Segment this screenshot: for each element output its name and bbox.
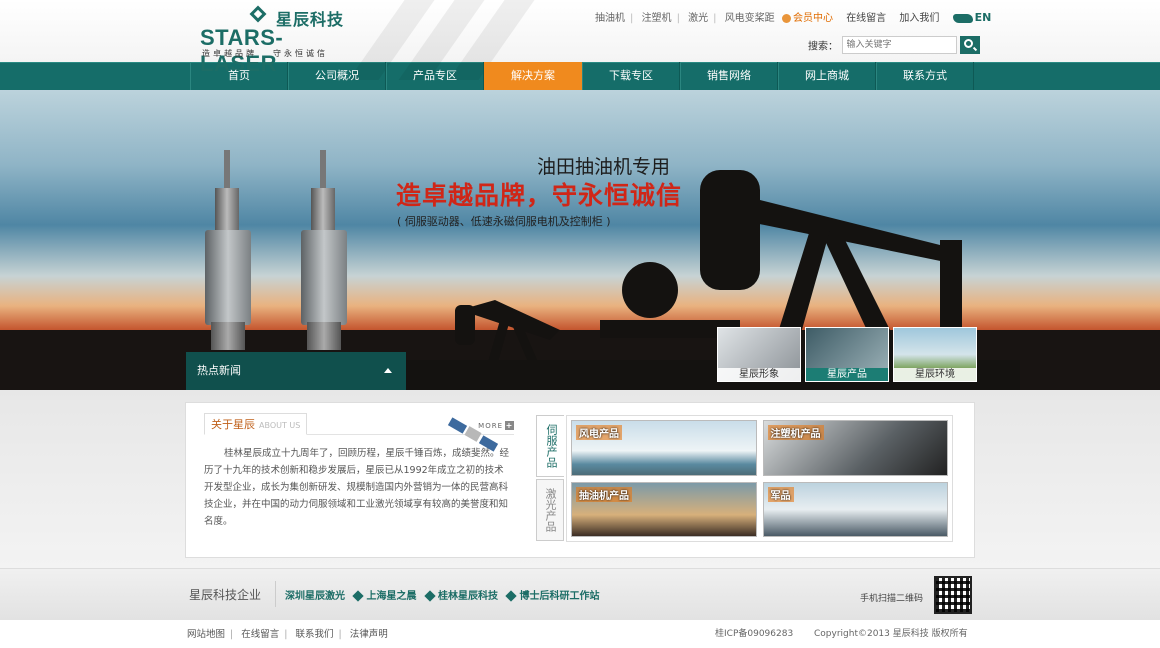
top-link-wind[interactable]: 风电变桨距 <box>725 13 775 24</box>
search-input[interactable] <box>841 36 957 54</box>
thumb-environment[interactable]: 星辰环境 <box>893 327 977 382</box>
chevron-up-icon <box>384 368 392 373</box>
nav-solutions[interactable]: 解决方案 <box>484 62 582 90</box>
link-sitemap[interactable]: 网站地图 <box>187 629 225 640</box>
thumb-caption: 星辰形象 <box>718 368 800 381</box>
hero-banner: 油田抽油机专用 造卓越品牌，守永恒诚信 ( 伺服驱动器、低速永磁伺服电机及控制柜… <box>0 90 1160 390</box>
divider <box>275 581 276 607</box>
online-message-link[interactable]: 在线留言 <box>846 13 886 24</box>
user-icon <box>782 13 791 23</box>
top-link-laser[interactable]: 激光 <box>688 13 708 24</box>
product-wind[interactable]: 风电产品 <box>571 420 757 476</box>
banner-title: 油田抽油机专用 <box>537 156 671 178</box>
main-content: 关于星辰 ABOUT US MORE + 桂林星辰成立十九周年了，回顾历程，星辰千锤… <box>0 390 1160 568</box>
join-us-link[interactable]: 加入我们 <box>899 13 939 24</box>
search-icon <box>964 39 973 48</box>
main-nav: 首页 公司概况 产品专区 解决方案 下载专区 销售网络 网上商城 联系方式 <box>0 62 1160 90</box>
slogan-left: 造卓越品牌 <box>202 49 257 58</box>
tab-servo-products[interactable]: 伺服产品 <box>536 415 564 477</box>
diamond-icon <box>505 590 518 602</box>
product-label: 风电产品 <box>576 425 622 440</box>
top-link-injection[interactable]: 注塑机 <box>642 13 672 24</box>
top-link-pump[interactable]: 抽油机 <box>595 13 625 24</box>
product-grid: 风电产品 注塑机产品 抽油机产品 军品 <box>566 415 953 542</box>
hot-news-label: 热点新闻 <box>197 364 241 377</box>
footer-bar: 星辰科技企业 深圳星辰激光 上海星之晨 桂林星辰科技 博士后科研工作站 手机扫描… <box>0 568 1160 620</box>
world-map-icon <box>952 13 973 23</box>
product-tabs: 伺服产品 激光产品 <box>536 415 566 543</box>
icp-number: 桂ICP备09096283 <box>715 629 794 639</box>
member-center-link[interactable]: 会员中心 <box>782 13 833 24</box>
about-section: 关于星辰 ABOUT US MORE + 桂林星辰成立十九周年了，回顾历程，星辰千锤… <box>204 413 514 530</box>
product-label: 军品 <box>767 486 794 502</box>
more-link[interactable]: MORE + <box>478 421 514 430</box>
content-panel: 关于星辰 ABOUT US MORE + 桂林星辰成立十九周年了，回顾历程，星辰千锤… <box>185 402 975 558</box>
nav-online-store[interactable]: 网上商城 <box>778 62 876 90</box>
product-label: 抽油机产品 <box>576 486 632 502</box>
nav-sales-network[interactable]: 销售网络 <box>680 62 778 90</box>
link-legal[interactable]: 法律声明 <box>350 629 388 640</box>
logo-slogan: 造卓越品牌 守永恒诚信 <box>202 48 344 59</box>
tab-about[interactable]: 关于星辰 ABOUT US <box>204 413 308 435</box>
partner-link-shanghai[interactable]: 上海星之晨 <box>366 591 416 602</box>
footer-brand: 星辰科技企业 <box>189 588 262 602</box>
nav-downloads[interactable]: 下载专区 <box>582 62 680 90</box>
qr-caption: 手机扫描二维码 <box>860 594 924 604</box>
product-injection[interactable]: 注塑机产品 <box>762 420 948 476</box>
search-bar: 搜索： <box>808 36 980 54</box>
nav-contact[interactable]: 联系方式 <box>876 62 974 90</box>
slogan-right: 守永恒诚信 <box>273 49 328 58</box>
plus-icon: + <box>505 421 514 430</box>
qr-code <box>934 576 972 614</box>
banner-thumbnails: 星辰形象 星辰产品 星辰环境 <box>717 327 981 382</box>
banner-subtitle: ( 伺服驱动器、低速永磁伺服电机及控制柜 ) <box>397 215 611 228</box>
english-link[interactable]: EN <box>952 11 991 24</box>
thumb-products[interactable]: 星辰产品 <box>805 327 889 382</box>
nav-products[interactable]: 产品专区 <box>386 62 484 90</box>
copyright: Copyright©2013 星辰科技 版权所有 <box>814 629 968 639</box>
link-online-message[interactable]: 在线留言 <box>241 629 279 640</box>
nav-company[interactable]: 公司概况 <box>288 62 386 90</box>
search-label: 搜索： <box>808 41 838 53</box>
tab-laser-products[interactable]: 激光产品 <box>536 479 564 541</box>
partner-links: 深圳星辰激光 上海星之晨 桂林星辰科技 博士后科研工作站 <box>285 587 599 602</box>
partner-link-shenzhen[interactable]: 深圳星辰激光 <box>285 591 345 602</box>
product-label: 注塑机产品 <box>767 425 824 440</box>
site-header: 星辰科技 STARS-LASER 造卓越品牌 守永恒诚信 抽油机 | 注塑机 | 激光… <box>0 0 1160 80</box>
product-military[interactable]: 军品 <box>762 481 948 537</box>
partner-link-postdoc[interactable]: 博士后科研工作站 <box>519 591 599 602</box>
banner-slogan: 造卓越品牌，守永恒诚信 <box>396 181 683 210</box>
about-text: 桂林星辰成立十九周年了，回顾历程，星辰千锤百炼，成绩斐然。经历了十九年的技术创新… <box>204 448 510 527</box>
bottom-links: 网站地图 | 在线留言 | 联系我们 | 法律声明 <box>187 629 388 640</box>
top-links: 抽油机 | 注塑机 | 激光 | 风电变桨距 <box>595 13 775 24</box>
search-button[interactable] <box>960 36 980 54</box>
hot-news-bar[interactable]: 热点新闻 <box>186 352 406 390</box>
thumb-image[interactable]: 星辰形象 <box>717 327 801 382</box>
product-pump[interactable]: 抽油机产品 <box>571 481 757 537</box>
nav-home[interactable]: 首页 <box>190 62 288 90</box>
user-links: 会员中心 在线留言 加入我们 EN <box>782 9 1001 24</box>
thumb-caption: 星辰环境 <box>894 368 976 381</box>
diamond-icon <box>424 590 436 602</box>
link-contact-us[interactable]: 联系我们 <box>296 629 334 640</box>
about-tab-header: 关于星辰 ABOUT US MORE + <box>204 413 514 452</box>
site-logo[interactable]: 星辰科技 STARS-LASER 造卓越品牌 守永恒诚信 <box>200 5 360 76</box>
partner-link-guilin[interactable]: 桂林星辰科技 <box>438 591 498 602</box>
diamond-icon <box>352 590 365 602</box>
thumb-caption: 星辰产品 <box>806 368 888 381</box>
background-watermark <box>348 0 542 80</box>
bottom-bar: 网站地图 | 在线留言 | 联系我们 | 法律声明 桂ICP备09096283 Cop… <box>0 620 1160 648</box>
logo-icon <box>249 5 267 23</box>
